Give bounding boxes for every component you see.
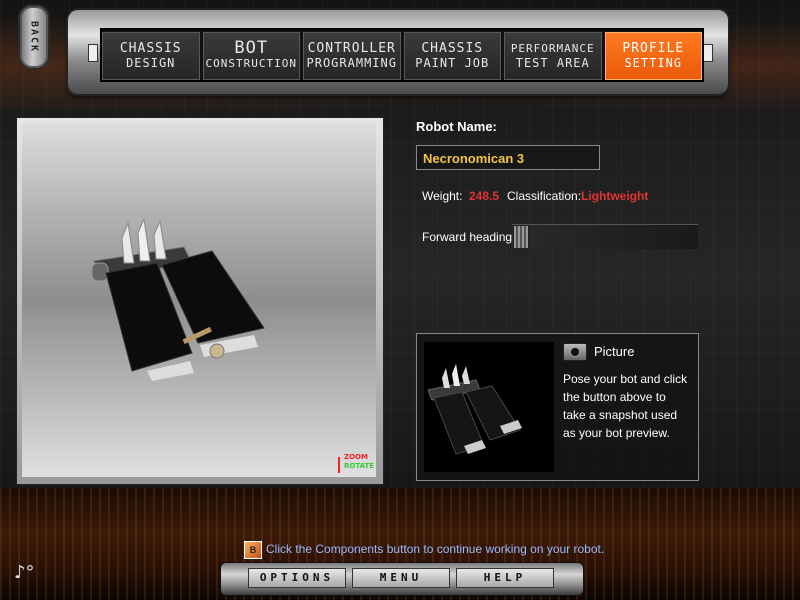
back-button[interactable]: BACK: [18, 4, 50, 70]
robot-viewport-frame: ZOOM ROTATE: [16, 117, 384, 485]
picture-description: Pose your bot and click the button above…: [563, 372, 688, 440]
classification-label: Classification:: [507, 189, 582, 203]
nav-frame-cap-left: [88, 44, 98, 62]
tab-chassis-paint-job[interactable]: CHASSIS PAINT JOB: [403, 32, 501, 80]
nav-frame-cap-right: [703, 44, 713, 62]
weight-label: Weight:: [422, 189, 463, 203]
sound-toggle-icon[interactable]: ♪°: [14, 562, 35, 583]
bot-preview-thumbnail: [424, 342, 554, 472]
nav-tabs: CHASSIS DESIGN BOT CONSTRUCTION CONTROLLER…: [100, 28, 704, 82]
bot-preview-image: [427, 364, 522, 455]
status-message: Click the Components button to continue …: [266, 542, 605, 556]
weight-value: 248.5: [469, 189, 500, 203]
options-button[interactable]: OPTIONS: [248, 568, 346, 588]
robot-name-input[interactable]: Necronomican 3: [416, 145, 600, 170]
tab-chassis-design[interactable]: CHASSIS DESIGN: [102, 32, 200, 80]
take-picture-button[interactable]: [563, 343, 587, 361]
help-button[interactable]: HELP: [456, 568, 554, 588]
robot-model: [91, 217, 265, 381]
tab-profile-setting[interactable]: PROFILE SETTING: [604, 32, 702, 80]
zoom-rotate-hint: ZOOM ROTATE: [344, 453, 375, 470]
classification-value: Lightweight: [581, 189, 649, 203]
tab-bot-construction[interactable]: BOT CONSTRUCTION: [202, 32, 300, 80]
status-icon: B: [244, 541, 262, 559]
forward-heading-slider[interactable]: [512, 224, 698, 249]
robot-name-label: Robot Name:: [416, 119, 497, 134]
tab-performance-test-area[interactable]: PERFORMANCE TEST AREA: [504, 32, 602, 80]
tab-controller-programming[interactable]: CONTROLLER PROGRAMMING: [303, 32, 401, 80]
menu-button[interactable]: MENU: [352, 568, 450, 588]
picture-title: Picture: [594, 344, 635, 359]
forward-heading-slider-handle[interactable]: [513, 225, 529, 249]
robot-viewport[interactable]: ZOOM ROTATE: [22, 123, 376, 477]
forward-heading-label: Forward heading:: [422, 230, 516, 244]
